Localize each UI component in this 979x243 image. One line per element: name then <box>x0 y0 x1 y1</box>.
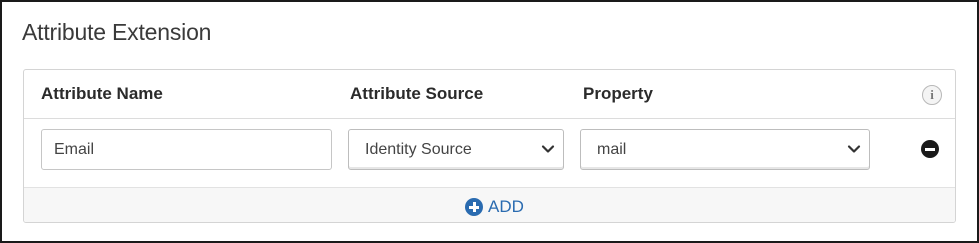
table-row: Identity Source mail <box>24 119 955 187</box>
attribute-source-select[interactable]: Identity Source <box>348 129 564 170</box>
attribute-extension-card: Attribute Extension Attribute Name Attri… <box>0 0 979 243</box>
table-footer: ADD <box>24 187 955 222</box>
attribute-table: Attribute Name Attribute Source Property… <box>23 69 956 223</box>
column-header-property: Property <box>583 84 653 103</box>
section-title: Attribute Extension <box>22 19 212 45</box>
property-select[interactable]: mail <box>580 129 870 170</box>
property-value: mail <box>597 141 627 158</box>
attribute-name-input[interactable] <box>41 129 332 170</box>
column-header-attribute-source: Attribute Source <box>350 84 484 103</box>
column-header-attribute-name: Attribute Name <box>41 84 163 103</box>
chevron-down-icon <box>541 145 555 153</box>
chevron-down-icon <box>847 145 861 153</box>
add-button[interactable]: ADD <box>465 196 524 218</box>
attribute-source-value: Identity Source <box>365 141 472 158</box>
add-label: ADD <box>488 197 524 216</box>
remove-row-button[interactable] <box>921 140 939 158</box>
plus-circle-icon <box>465 198 483 216</box>
info-icon[interactable]: i <box>922 85 942 105</box>
table-header: Attribute Name Attribute Source Property… <box>24 70 955 119</box>
